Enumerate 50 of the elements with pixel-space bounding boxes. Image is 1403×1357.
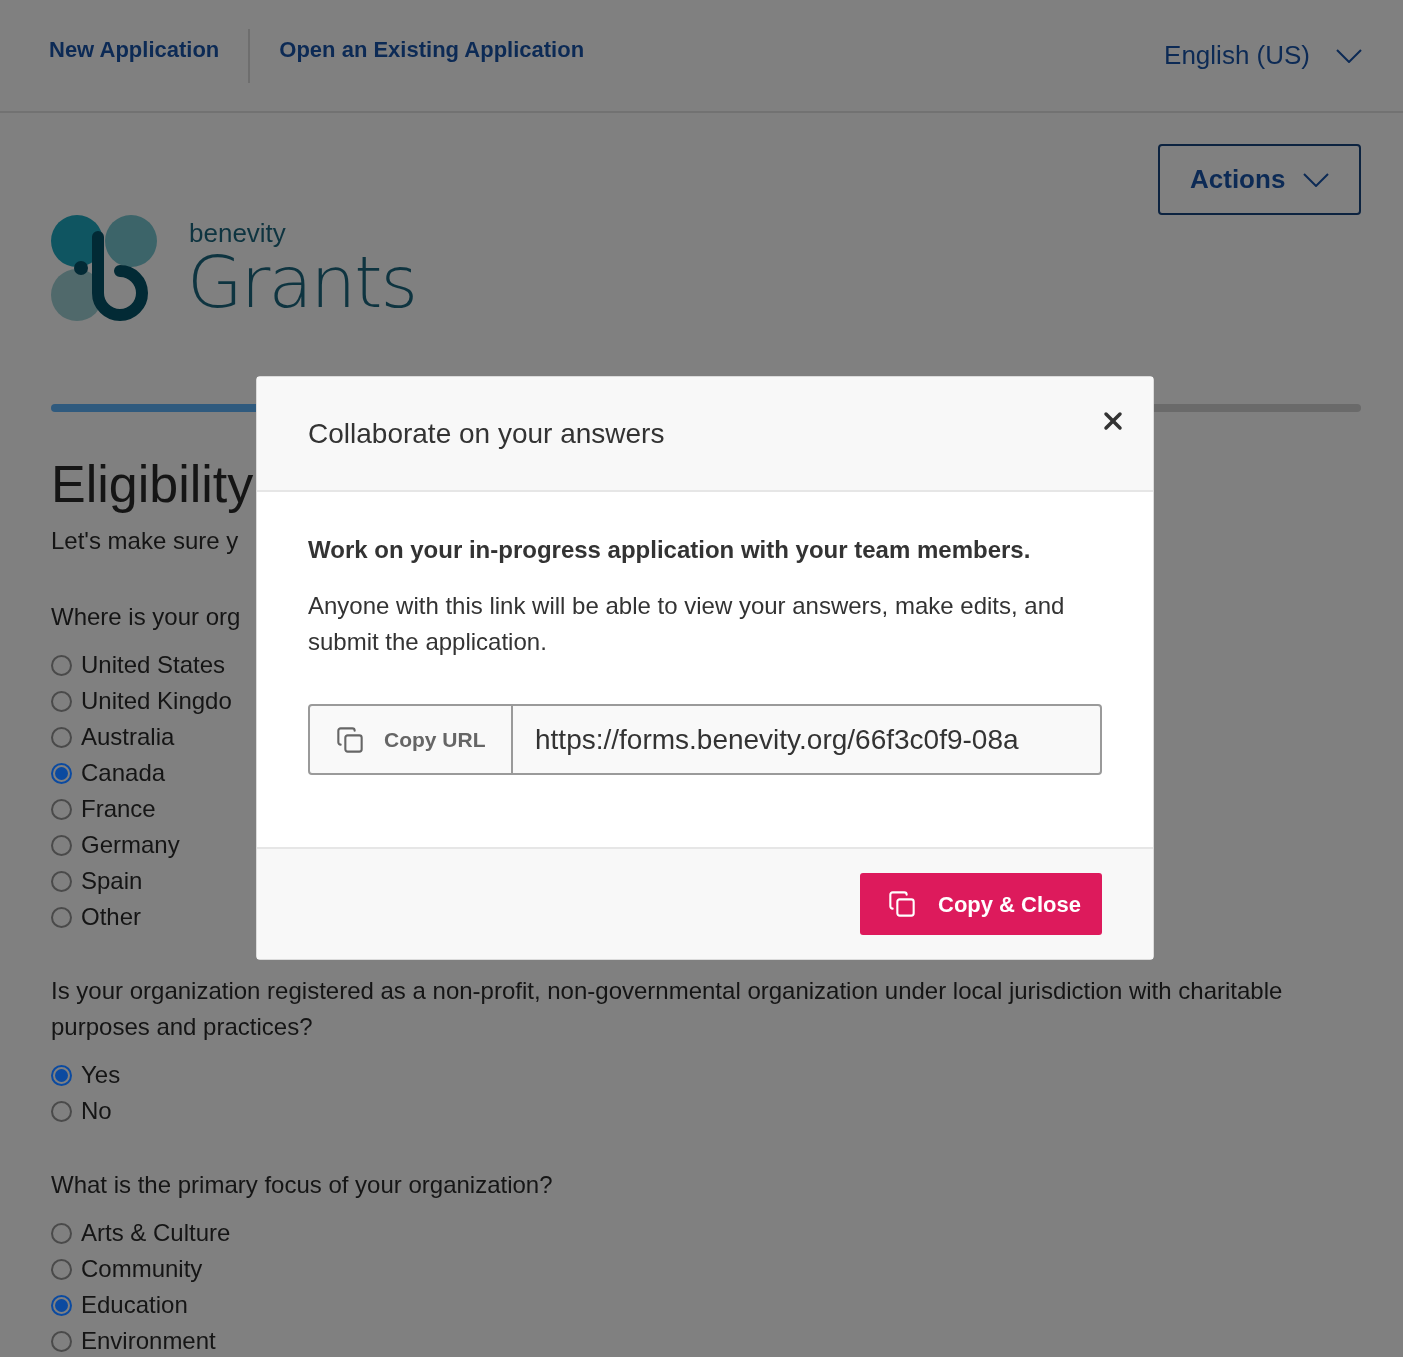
copy-icon xyxy=(888,890,916,918)
option-label: Arts & Culture xyxy=(81,1218,231,1248)
modal-title: Collaborate on your answers xyxy=(308,416,665,451)
option-label: Education xyxy=(81,1290,188,1320)
nav-link[interactable]: Open an Existing Application xyxy=(279,33,585,66)
radio-button[interactable] xyxy=(51,1330,72,1352)
radio-button[interactable] xyxy=(51,834,72,856)
option-label: Environment xyxy=(81,1326,216,1356)
radio-button[interactable] xyxy=(51,1294,72,1316)
question-text: Is your organization registered as a non-profit, non-governmental organization under local jurisdiction with charitable purposes and practices? xyxy=(51,976,1284,1042)
option-label: Spain xyxy=(81,866,143,896)
radio-button[interactable] xyxy=(51,1100,72,1122)
option-label: Germany xyxy=(81,830,180,860)
radio-button[interactable] xyxy=(51,1222,72,1244)
modal-lead: Work on your in-progress application with your team members. xyxy=(308,535,1032,565)
logo-icon xyxy=(51,215,159,323)
radio-button[interactable] xyxy=(51,654,72,676)
question-text: Where is your org xyxy=(51,602,241,632)
option-label: No xyxy=(81,1096,112,1126)
radio-button[interactable] xyxy=(51,762,72,784)
copy-icon xyxy=(336,725,364,754)
actions-button[interactable]: Actions xyxy=(1158,144,1361,215)
option-label: Other xyxy=(81,902,142,932)
radio-button[interactable] xyxy=(51,726,72,748)
nav-link[interactable]: New Application xyxy=(49,33,220,66)
copy-url-button[interactable]: Copy URL xyxy=(308,704,513,775)
brand-name: benevity xyxy=(189,220,287,246)
option-label: Community xyxy=(81,1254,203,1284)
option-label: Australia xyxy=(81,722,175,752)
language-selector[interactable]: English (US) xyxy=(1164,36,1362,75)
radio-button[interactable] xyxy=(51,690,72,712)
option-label: France xyxy=(81,794,156,824)
radio-button[interactable] xyxy=(51,798,72,820)
radio-button[interactable] xyxy=(51,1258,72,1280)
product-name: Grants xyxy=(187,246,416,318)
page-subtitle: Let's make sure y xyxy=(51,526,239,556)
option-label: United States xyxy=(81,650,226,680)
option-label: Yes xyxy=(81,1060,121,1090)
chevron-down-icon xyxy=(1303,172,1329,187)
radio-button[interactable] xyxy=(51,870,72,892)
option-label: Canada xyxy=(81,758,166,788)
question-text: What is the primary focus of your organization? xyxy=(51,1170,553,1200)
modal-body: Anyone with this link will be able to view your answers, make edits, and submit the application. xyxy=(308,591,1066,657)
url-field[interactable]: https://forms.benevity.org/66f3c0f9-08a xyxy=(513,704,1102,775)
copy-and-close-button[interactable]: Copy & Close xyxy=(860,873,1102,935)
page-title: Eligibility xyxy=(51,454,255,515)
option-label: United Kingdo xyxy=(81,686,232,716)
radio-button[interactable] xyxy=(51,906,72,928)
radio-button[interactable] xyxy=(51,1064,72,1086)
chevron-down-icon xyxy=(1336,48,1362,63)
